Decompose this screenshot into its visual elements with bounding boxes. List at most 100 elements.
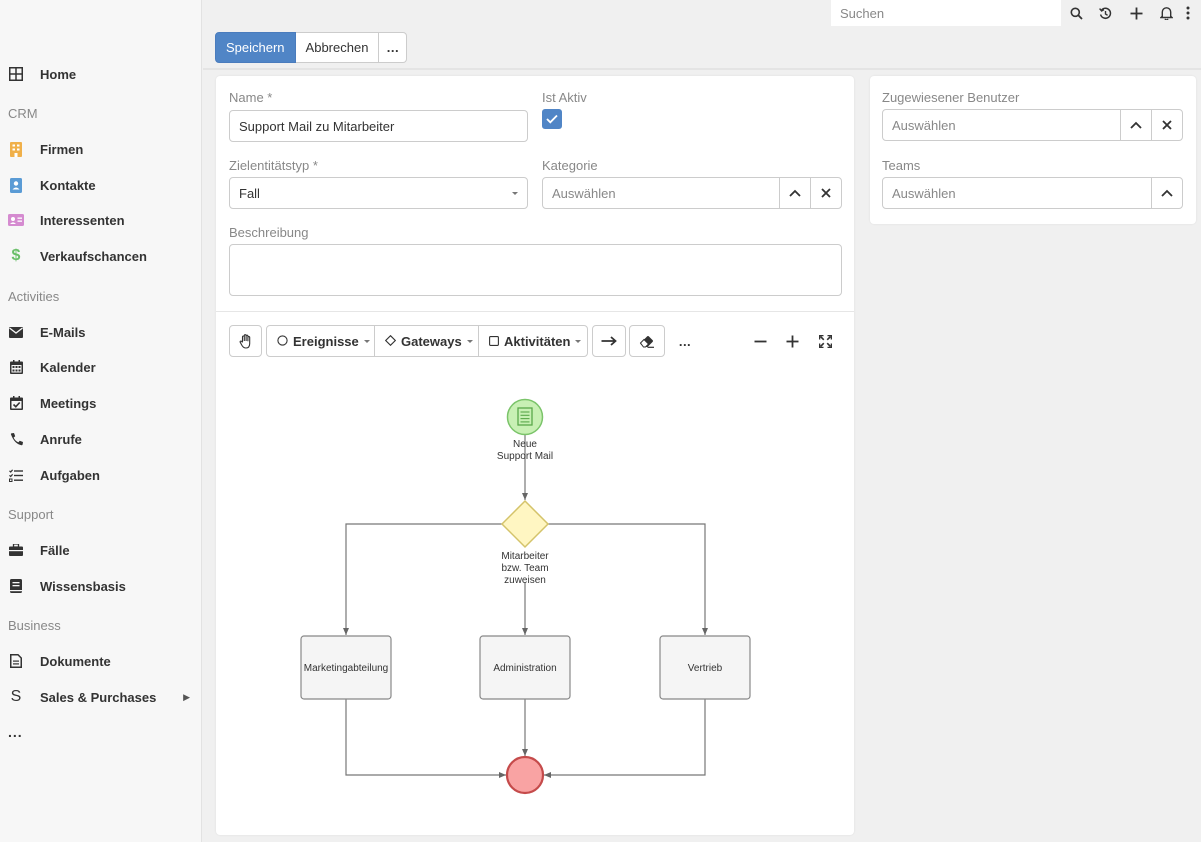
gateway-label: Mitarbeiter — [501, 551, 549, 562]
name-input[interactable]: Support Mail zu Mitarbeiter — [229, 110, 528, 142]
category-clear-button[interactable] — [810, 178, 841, 208]
eraser-icon — [639, 335, 654, 348]
search-icon[interactable] — [1065, 3, 1087, 23]
name-label: Name * — [229, 90, 273, 105]
sidebar-item-aufgaben[interactable]: Aufgaben — [0, 460, 202, 490]
exclusive-gateway[interactable] — [500, 499, 550, 549]
assigned-user-clear-button[interactable] — [1151, 110, 1182, 140]
briefcase-icon — [8, 542, 24, 558]
more-actions-button[interactable]: ... — [379, 32, 408, 63]
sidebar-item-e-mails[interactable]: E-Mails — [0, 317, 202, 347]
action-button-group: Speichern Abbrechen ... — [215, 32, 408, 63]
sidebar-item-label: Sales & Purchases — [40, 689, 157, 705]
task-list-icon — [8, 467, 24, 483]
end-event[interactable] — [505, 755, 545, 795]
sidebar-item-home[interactable]: Home — [0, 59, 202, 89]
events-label: Ereignisse — [293, 333, 359, 349]
caret-down-icon — [575, 339, 582, 343]
gateways-dropdown[interactable]: Gateways — [375, 326, 479, 356]
chevron-up-icon — [1130, 121, 1142, 129]
flow-connector[interactable] — [548, 523, 708, 635]
target-type-select[interactable]: Fall — [229, 177, 528, 209]
flow-connector[interactable] — [345, 699, 506, 778]
teams-select-button[interactable] — [1151, 178, 1182, 208]
kebab-menu-icon[interactable] — [1180, 3, 1196, 23]
sidebar-item-anrufe[interactable]: Anrufe — [0, 424, 202, 454]
teams-label: Teams — [882, 158, 921, 173]
teams-select[interactable]: Auswählen — [882, 177, 1183, 209]
expand-icon — [818, 334, 832, 348]
sidebar-item-label: Verkaufschancen — [40, 248, 147, 264]
sidebar-item-interessenten[interactable]: Interessenten — [0, 205, 202, 235]
plus-icon[interactable] — [1125, 3, 1147, 23]
start-event[interactable] — [506, 398, 544, 436]
flow-connector[interactable] — [544, 699, 706, 778]
sidebar-item-meetings[interactable]: Meetings — [0, 388, 202, 418]
assigned-user-select[interactable]: Auswählen — [882, 109, 1183, 141]
element-type-group: Ereignisse Gateways Aktivitäten — [266, 325, 588, 357]
phone-icon — [8, 431, 24, 447]
description-label: Beschreibung — [229, 225, 309, 240]
plus-icon — [786, 335, 798, 347]
diamond-icon — [384, 334, 397, 349]
flow-more-button[interactable]: ... — [675, 331, 695, 351]
activities-dropdown[interactable]: Aktivitäten — [479, 326, 587, 356]
header-divider — [203, 68, 1201, 70]
task-label: Administration — [493, 663, 556, 674]
zoom-in-button[interactable] — [782, 331, 802, 351]
category-select-button[interactable] — [779, 178, 810, 208]
eraser-tool-button[interactable] — [629, 325, 665, 357]
section-divider — [216, 311, 854, 312]
sidebar-item-label: Interessenten — [40, 212, 125, 228]
grid-icon — [8, 66, 24, 82]
gateways-label: Gateways — [401, 333, 462, 349]
category-select[interactable]: Auswählen — [542, 177, 842, 209]
sidebar-item-label: Anrufe — [40, 431, 82, 447]
sidebar-item-label: Firmen — [40, 141, 84, 157]
sidebar-item-firmen[interactable]: Firmen — [0, 134, 202, 164]
chevron-up-icon — [789, 189, 801, 197]
description-textarea[interactable] — [229, 244, 842, 296]
search-input[interactable] — [831, 0, 1061, 26]
circle-icon — [277, 334, 288, 349]
assigned-user-label: Zugewiesener Benutzer — [882, 90, 1020, 105]
events-dropdown[interactable]: Ereignisse — [267, 326, 375, 356]
history-icon[interactable] — [1094, 3, 1116, 23]
more-actions-label: ... — [386, 40, 400, 55]
sidebar-item-label: Wissensbasis — [40, 578, 126, 594]
sidebar-item-label: Home — [40, 66, 77, 82]
connector-tool-button[interactable] — [592, 325, 626, 357]
hand-tool-button[interactable] — [229, 325, 262, 357]
sidebar-item-dokumente[interactable]: Dokumente — [0, 646, 202, 676]
sidebar-item-label: Aufgaben — [40, 467, 100, 483]
caret-down-icon — [466, 339, 473, 343]
sidebar-more-button[interactable]: ... — [8, 724, 23, 740]
save-button[interactable]: Speichern — [215, 32, 296, 63]
sidebar-item-kontakte[interactable]: Kontakte — [0, 170, 202, 200]
sidebar-item-verkaufschancen[interactable]: $ Verkaufschancen — [0, 241, 202, 271]
flowchart-canvas[interactable]: Neue Support Mail Mitarbeiter bzw. Team … — [216, 360, 854, 830]
sidebar-item-kalender[interactable]: Kalender — [0, 352, 202, 382]
caret-down-icon — [512, 192, 518, 195]
id-card-icon — [8, 212, 24, 228]
arrow-right-icon — [601, 336, 617, 346]
sidebar-item-label: Fälle — [40, 542, 70, 558]
assigned-user-select-button[interactable] — [1120, 110, 1151, 140]
active-checkbox[interactable] — [542, 109, 562, 129]
bell-icon[interactable] — [1155, 3, 1177, 23]
sidebar-item-faelle[interactable]: Fälle — [0, 535, 202, 565]
calendar-check-icon — [8, 395, 24, 411]
fullscreen-button[interactable] — [815, 331, 835, 351]
sidebar-item-label: Kontakte — [40, 177, 96, 193]
sidebar-item-label: E-Mails — [40, 324, 86, 340]
task-label: Marketingabteilung — [304, 663, 389, 674]
sidebar-item-wissensbasis[interactable]: Wissensbasis — [0, 571, 202, 601]
flow-connector[interactable] — [343, 523, 502, 635]
sidebar-item-label: Dokumente — [40, 653, 111, 669]
zoom-out-button[interactable] — [750, 331, 770, 351]
start-event-label: Neue — [513, 439, 537, 450]
start-event-label: Support Mail — [497, 451, 553, 462]
flow-more-label: ... — [678, 333, 692, 349]
cancel-button[interactable]: Abbrechen — [295, 32, 380, 63]
sidebar-item-sales-purchases[interactable]: S Sales & Purchases ▶ — [0, 682, 202, 712]
